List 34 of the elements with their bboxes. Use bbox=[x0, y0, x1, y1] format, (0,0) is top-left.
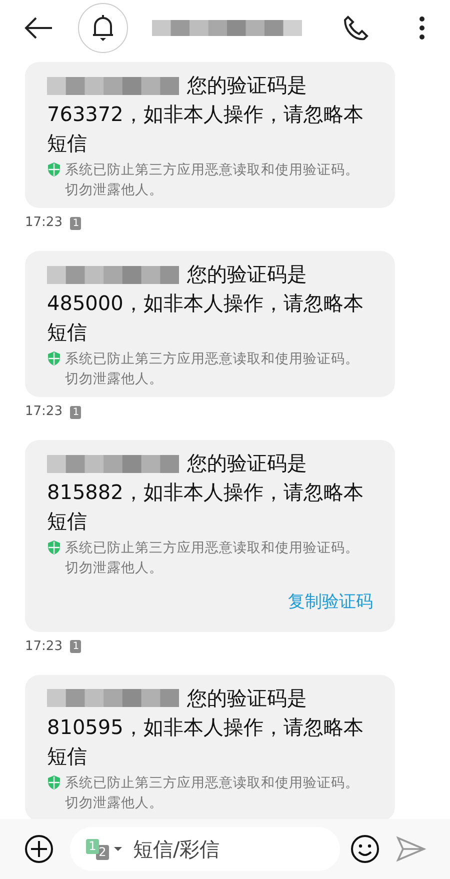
sim-icon: 1 bbox=[70, 406, 82, 418]
sim-icon: 1 bbox=[70, 216, 82, 230]
message-time: 17:23 bbox=[25, 214, 62, 232]
message-text: 815882，如非本人操作，请忽略本短信 bbox=[47, 479, 364, 535]
security-note: 系统已防止第三方应用恶意读取和使用验证码。切勿泄露他人。 bbox=[65, 774, 360, 812]
sim-icon: 1 bbox=[70, 640, 82, 653]
message-text: 485000，如非本人操作，请忽略本短信 bbox=[47, 290, 364, 346]
add-icon[interactable] bbox=[24, 834, 54, 864]
message-text: 您的验证码是 bbox=[187, 684, 307, 712]
message-text: 您的验证码是 bbox=[187, 261, 307, 288]
message-text: 您的验证码是 bbox=[187, 72, 307, 99]
message-input-field[interactable]: 1 2 短信/彩信 bbox=[70, 827, 340, 871]
shield-icon bbox=[47, 774, 61, 790]
copy-code-link[interactable]: 复制验证码 bbox=[288, 592, 373, 612]
security-note: 系统已防止第三方应用恶意读取和使用验证码。切勿泄露他人。 bbox=[65, 350, 360, 389]
shield-icon bbox=[47, 351, 61, 366]
bell-button[interactable] bbox=[78, 2, 128, 52]
security-note: 系统已防止第三方应用恶意读取和使用验证码。切勿泄露他人。 bbox=[65, 161, 360, 200]
security-note: 系统已防止第三方应用恶意读取和使用验证码。切勿泄露他人。 bbox=[65, 539, 360, 578]
caret-icon[interactable] bbox=[113, 846, 123, 852]
send-icon[interactable] bbox=[396, 836, 426, 862]
message-text: 763372，如非本人操作，请忽略本短信 bbox=[47, 101, 364, 157]
phone-icon[interactable] bbox=[342, 14, 370, 42]
shield-icon bbox=[47, 540, 61, 555]
shield-icon bbox=[47, 162, 61, 177]
message-text: 810595，如非本人操作，请忽略本短信 bbox=[47, 714, 364, 770]
back-icon[interactable] bbox=[24, 16, 54, 38]
message-time: 17:23 bbox=[25, 403, 62, 422]
bell-icon[interactable] bbox=[90, 14, 116, 42]
more-icon[interactable] bbox=[418, 14, 426, 40]
message-text: 您的验证码是 bbox=[187, 450, 307, 477]
sim-badge[interactable]: 1 bbox=[86, 838, 99, 854]
emoji-icon[interactable] bbox=[350, 834, 380, 864]
message-time: 17:23 bbox=[25, 638, 62, 656]
